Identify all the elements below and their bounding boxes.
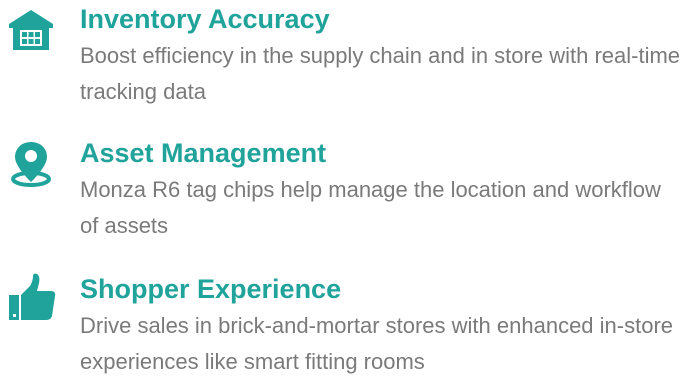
warehouse-icon	[6, 4, 56, 54]
feature-title: Asset Management	[80, 138, 327, 168]
feature-title: Shopper Experience	[80, 274, 342, 304]
thumbs-up-icon	[6, 272, 56, 322]
location-pin-icon	[6, 138, 56, 188]
feature-title: Inventory Accuracy	[80, 4, 330, 34]
feature-description: Monza R6 tag chips help manage the locat…	[80, 177, 661, 238]
feature-description: Boost efficiency in the supply chain and…	[80, 43, 681, 104]
feature-description: Drive sales in brick-and-mortar stores w…	[80, 313, 674, 374]
